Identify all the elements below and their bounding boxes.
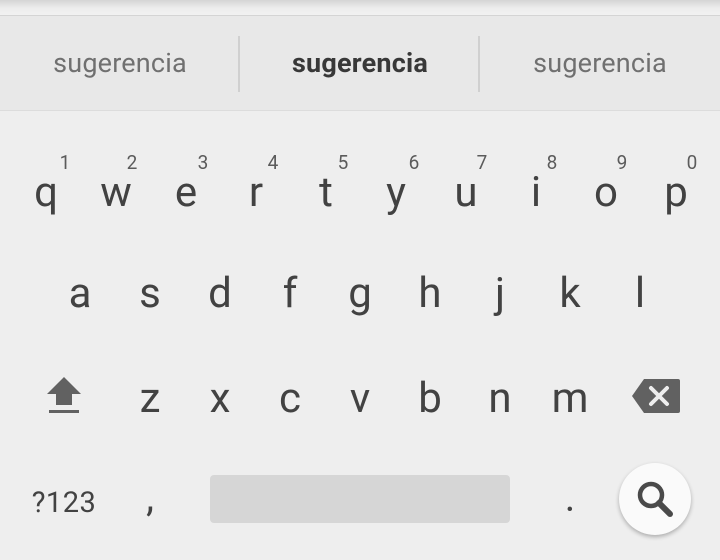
suggestion-center[interactable]: sugerencia bbox=[240, 16, 480, 110]
search-button[interactable] bbox=[619, 463, 691, 535]
suggestion-right[interactable]: sugerencia bbox=[480, 16, 720, 110]
symbols-key[interactable]: ?123 bbox=[18, 486, 110, 520]
period-key[interactable]: . bbox=[540, 478, 600, 518]
backspace-icon bbox=[632, 379, 680, 413]
number-hint-4: 4 bbox=[267, 151, 279, 174]
keyboard-top-edge bbox=[0, 0, 720, 16]
key-m[interactable]: m bbox=[540, 378, 600, 420]
key-g[interactable]: g bbox=[330, 273, 390, 315]
number-hint-1: 1 bbox=[59, 151, 71, 174]
number-hint-8: 8 bbox=[546, 151, 558, 174]
key-y[interactable]: y bbox=[366, 172, 426, 214]
key-a[interactable]: a bbox=[50, 273, 110, 315]
space-bar[interactable] bbox=[210, 475, 510, 523]
suggestion-left[interactable]: sugerencia bbox=[0, 16, 240, 110]
key-s[interactable]: s bbox=[120, 273, 180, 315]
key-j[interactable]: j bbox=[470, 273, 530, 315]
key-h[interactable]: h bbox=[400, 273, 460, 315]
search-icon bbox=[637, 481, 673, 517]
number-hint-3: 3 bbox=[197, 151, 209, 174]
key-x[interactable]: x bbox=[190, 378, 250, 420]
number-hint-5: 5 bbox=[337, 151, 349, 174]
shift-key[interactable] bbox=[40, 372, 88, 420]
key-n[interactable]: n bbox=[470, 378, 530, 420]
key-c[interactable]: c bbox=[260, 378, 320, 420]
number-hint-9: 9 bbox=[616, 151, 628, 174]
key-f[interactable]: f bbox=[260, 273, 320, 315]
key-t[interactable]: t bbox=[296, 172, 356, 214]
key-u[interactable]: u bbox=[436, 172, 496, 214]
key-p[interactable]: p bbox=[646, 172, 706, 214]
key-b[interactable]: b bbox=[400, 378, 460, 420]
number-hint-6: 6 bbox=[408, 151, 420, 174]
comma-key[interactable]: , bbox=[120, 478, 180, 518]
shift-arrow-icon bbox=[47, 377, 81, 413]
key-w[interactable]: w bbox=[86, 172, 146, 214]
suggestion-strip: sugerencia sugerencia sugerencia bbox=[0, 16, 720, 111]
key-k[interactable]: k bbox=[540, 273, 600, 315]
number-hint-0: 0 bbox=[686, 151, 698, 174]
key-v[interactable]: v bbox=[330, 378, 390, 420]
key-z[interactable]: z bbox=[120, 378, 180, 420]
key-l[interactable]: l bbox=[610, 273, 670, 315]
key-r[interactable]: r bbox=[226, 172, 286, 214]
keyboard: sugerencia sugerencia sugerencia q w e r… bbox=[0, 0, 720, 560]
key-e[interactable]: e bbox=[156, 172, 216, 214]
key-q[interactable]: q bbox=[16, 172, 76, 214]
number-hint-7: 7 bbox=[476, 151, 488, 174]
key-i[interactable]: i bbox=[506, 172, 566, 214]
key-d[interactable]: d bbox=[190, 273, 250, 315]
key-o[interactable]: o bbox=[576, 172, 636, 214]
number-hint-2: 2 bbox=[126, 151, 138, 174]
backspace-key[interactable] bbox=[630, 377, 682, 415]
